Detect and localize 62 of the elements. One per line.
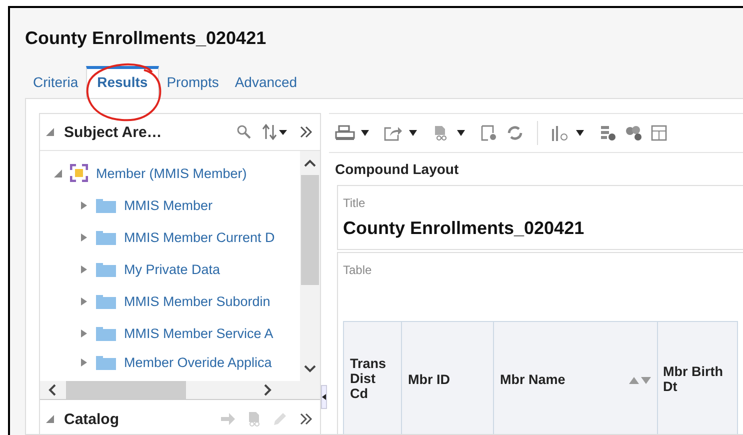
collapsed-icon[interactable]	[80, 296, 88, 306]
caret-icon[interactable]	[457, 130, 465, 136]
collapsed-icon[interactable]	[80, 358, 88, 366]
collapsed-icon[interactable]	[80, 328, 88, 338]
scroll-down-icon[interactable]	[304, 365, 316, 373]
caret-icon[interactable]	[576, 130, 584, 136]
splitter-handle[interactable]	[321, 385, 327, 409]
refresh-icon[interactable]	[505, 125, 525, 141]
column-header[interactable]: Mbr Birth Dt	[658, 322, 738, 434]
tab[interactable]: Advanced	[226, 66, 306, 98]
column-header[interactable]: Mbr ID	[402, 322, 494, 434]
folder-icon	[96, 325, 116, 341]
view-label: Table	[343, 263, 373, 277]
expand-icon[interactable]	[298, 411, 314, 427]
tree-item[interactable]: MMIS Member	[40, 189, 300, 221]
scroll-up-icon[interactable]	[304, 159, 316, 167]
caret-icon[interactable]	[409, 130, 417, 136]
column-label: Trans Dist Cd	[350, 356, 388, 401]
tree-item[interactable]: MMIS Member Current D	[40, 221, 300, 253]
tab[interactable]: Results	[86, 66, 159, 98]
collapse-icon[interactable]	[46, 415, 54, 423]
search-icon[interactable]	[236, 124, 252, 140]
expanded-icon[interactable]	[54, 168, 62, 178]
folder-icon	[96, 293, 116, 309]
scroll-left-icon[interactable]	[48, 384, 56, 396]
column-label: Mbr Name	[500, 371, 566, 387]
tab[interactable]: Criteria	[25, 66, 86, 98]
panel-title: Subject Are…	[64, 124, 163, 140]
report-title: County Enrollments_020421	[343, 218, 586, 239]
tree-item[interactable]: MMIS Member Subordin	[40, 285, 300, 317]
folder-icon	[96, 261, 116, 277]
tab[interactable]: Prompts	[158, 66, 227, 98]
expand-icon[interactable]	[298, 124, 314, 140]
column-label: Mbr Birth Dt	[663, 363, 724, 394]
collapsed-icon[interactable]	[80, 200, 88, 210]
column-header[interactable]: Trans Dist Cd	[344, 322, 402, 434]
collapse-icon[interactable]	[46, 128, 54, 136]
sort-arrows-icon[interactable]	[629, 376, 651, 384]
sort-icon[interactable]	[262, 124, 288, 140]
layout-title: Compound Layout	[334, 160, 460, 179]
tree-item[interactable]: My Private Data	[40, 253, 300, 285]
panel-title: Catalog	[64, 410, 120, 428]
bar-chart-icon[interactable]	[550, 125, 570, 141]
view-label: Title	[343, 196, 366, 210]
collapsed-icon[interactable]	[80, 264, 88, 274]
caret-icon[interactable]	[361, 130, 369, 136]
folder-icon	[96, 229, 116, 245]
tree-item[interactable]: Member Overide Applica	[40, 349, 300, 375]
horizontal-scrollbar[interactable]	[40, 381, 320, 399]
printer-icon[interactable]	[335, 125, 355, 141]
column-label: Mbr ID	[408, 371, 451, 387]
window-title: County Enrollments_020421	[25, 28, 268, 50]
folder-icon	[96, 354, 116, 370]
tree-item[interactable]: MMIS Member Service A	[40, 317, 300, 349]
tree-item[interactable]: Member (MMIS Member)	[40, 157, 300, 189]
export-icon[interactable]	[383, 125, 403, 141]
folder-icon	[96, 197, 116, 213]
collapsed-icon[interactable]	[80, 232, 88, 242]
column-header[interactable]: Mbr Name	[494, 322, 658, 434]
subject-area-icon	[70, 164, 88, 182]
scroll-right-icon[interactable]	[264, 384, 272, 396]
vertical-scrollbar[interactable]	[300, 151, 320, 381]
